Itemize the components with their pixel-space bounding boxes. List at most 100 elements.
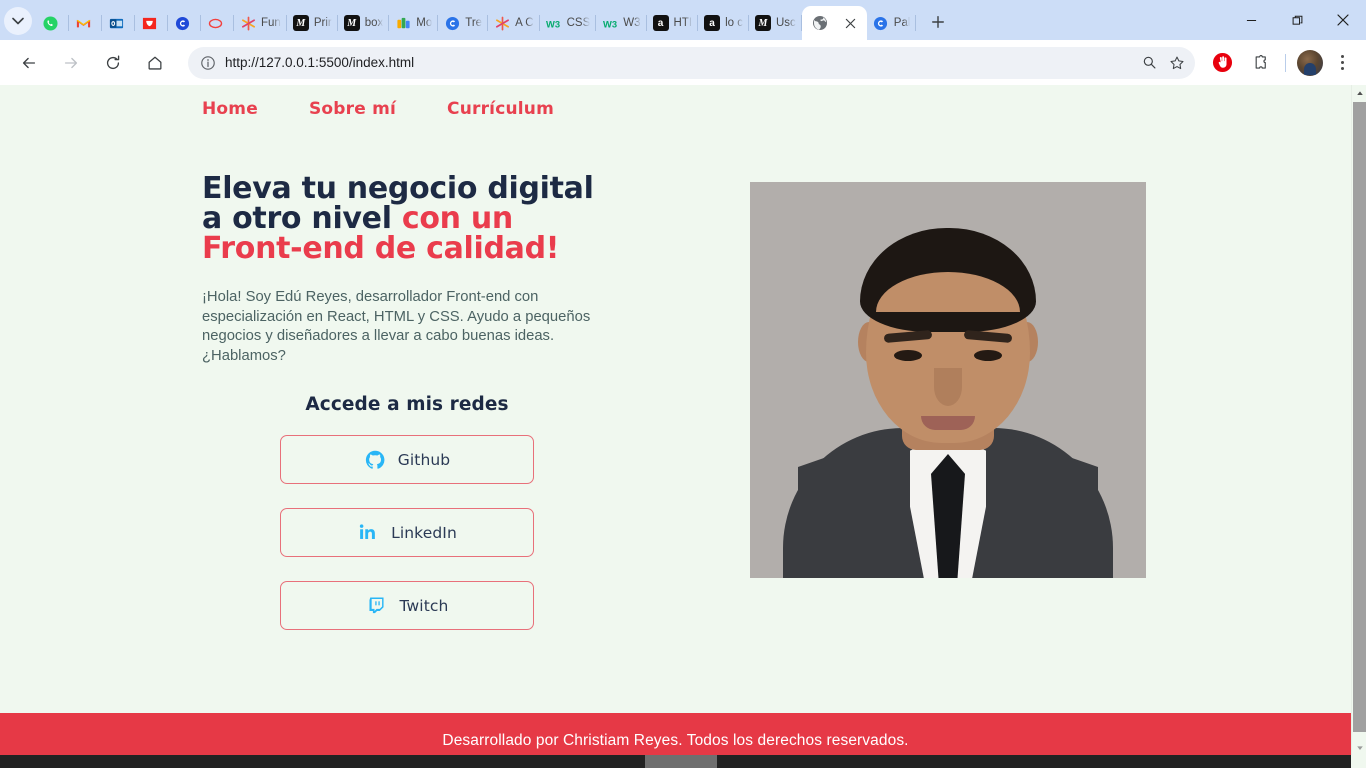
back-button[interactable] <box>13 47 45 79</box>
social-link-twitch[interactable]: Twitch <box>280 581 534 631</box>
coursera-icon <box>444 15 460 31</box>
social-link-label: LinkedIn <box>391 523 457 542</box>
chevron-up-icon <box>1356 90 1363 95</box>
browser-tab[interactable]: Tre <box>438 6 489 40</box>
tab-title: CSS <box>566 17 591 29</box>
close-icon <box>1337 14 1349 26</box>
browser-tab[interactable]: Fun <box>234 6 287 40</box>
address-bar[interactable] <box>188 46 1195 79</box>
scroll-down-button[interactable] <box>1352 740 1366 755</box>
tabs-container: Fun M Prir M box Mo Tre A C W3 CSS W3 W3… <box>36 0 917 40</box>
horizontal-scrollbar[interactable] <box>0 755 1366 768</box>
star-icon <box>1170 56 1184 69</box>
browser-tab[interactable]: M Prir <box>287 6 338 40</box>
reload-button[interactable] <box>97 47 129 79</box>
tab-title: box <box>364 17 384 29</box>
restore-icon <box>1292 15 1302 25</box>
portrait-photo <box>750 182 1146 578</box>
github-icon <box>364 449 386 471</box>
scrollbar-corner <box>1351 755 1366 768</box>
social-links-list: Github LinkedIn Twitch <box>202 435 612 631</box>
tab-title: A C <box>515 17 534 29</box>
forward-button[interactable] <box>55 47 87 79</box>
browser-menu-button[interactable] <box>1328 48 1356 78</box>
plus-icon <box>932 16 945 28</box>
google-colab-icon <box>395 15 411 31</box>
footer-text: Desarrollado por Christiam Reyes. Todos … <box>442 731 909 749</box>
horizontal-scrollbar-thumb[interactable] <box>645 755 717 768</box>
portrait-nose <box>934 368 962 406</box>
maximize-button[interactable] <box>1274 0 1320 40</box>
w3schools-icon: W3 <box>602 15 618 31</box>
vertical-scrollbar-thumb[interactable] <box>1353 102 1366 732</box>
nav-link-home[interactable]: Home <box>202 99 258 119</box>
hero-section: Eleva tu negocio digital a otro nivel co… <box>0 119 1351 654</box>
portrait-eye-left <box>894 350 922 361</box>
url-input[interactable] <box>225 55 1135 70</box>
tab-title: Usc <box>775 17 796 29</box>
medium-icon: M <box>292 15 309 31</box>
browser-tab[interactable]: A C <box>488 6 540 40</box>
asterisk-icon <box>494 15 510 31</box>
browser-tab[interactable]: Pal <box>867 6 917 40</box>
browser-tab[interactable]: a HTI <box>647 6 699 40</box>
nav-link-curriculum[interactable]: Currículum <box>447 99 554 119</box>
tab-title: HTI <box>673 17 693 29</box>
magnifier-icon <box>1143 56 1155 69</box>
tab-title: lo c <box>725 17 743 29</box>
social-link-label: Twitch <box>399 596 449 615</box>
browser-tab[interactable]: M box <box>338 6 390 40</box>
browser-tab[interactable]: a lo c <box>698 6 749 40</box>
scroll-up-button[interactable] <box>1352 85 1366 100</box>
portrait-mouth <box>921 416 975 430</box>
nav-link-sobre-mi[interactable]: Sobre mí <box>309 99 396 119</box>
close-window-button[interactable] <box>1320 0 1366 40</box>
browser-tab[interactable] <box>201 6 234 40</box>
new-tab-button[interactable] <box>924 8 952 36</box>
hero-image-column <box>622 174 1351 654</box>
home-button[interactable] <box>139 47 171 79</box>
browser-toolbar <box>0 40 1366 85</box>
browser-tab[interactable] <box>135 6 168 40</box>
extensions-button[interactable] <box>1245 48 1275 78</box>
medium-icon: M <box>754 15 771 31</box>
browser-tab[interactable] <box>168 6 201 40</box>
social-link-github[interactable]: Github <box>280 435 534 485</box>
tab-title: Mo <box>416 17 433 29</box>
tab-title: Tre <box>465 17 483 29</box>
bookmark-button[interactable] <box>1163 49 1191 77</box>
minimize-icon <box>1246 19 1256 21</box>
portrait-lapel-right <box>986 428 1098 578</box>
chevron-down-icon <box>1356 745 1363 750</box>
browser-tab[interactable]: W3 CSS <box>540 6 597 40</box>
tab-strip: Fun M Prir M box Mo Tre A C W3 CSS W3 W3… <box>0 0 1366 40</box>
adblock-extension-button[interactable] <box>1207 48 1237 78</box>
tab-search-button[interactable] <box>4 7 32 35</box>
browser-tab[interactable]: M Usc <box>749 6 802 40</box>
portrait-eye-right <box>974 350 1002 361</box>
hero-text-column: Eleva tu negocio digital a otro nivel co… <box>202 174 622 654</box>
tab-title: W3 <box>623 17 641 29</box>
browser-tab[interactable]: W3 W3 <box>596 6 647 40</box>
headline-primary: Eleva tu negocio digital a otro nivel <box>202 171 594 236</box>
window-controls <box>1228 0 1366 40</box>
minimize-button[interactable] <box>1228 0 1274 40</box>
browser-tab[interactable] <box>102 6 135 40</box>
tab-title: Fun <box>261 17 281 29</box>
avatar[interactable] <box>1297 49 1323 76</box>
zoom-button[interactable] <box>1135 49 1163 77</box>
globe-icon <box>812 15 828 31</box>
amazon-icon: a <box>704 15 721 31</box>
site-navigation: Home Sobre mí Currículum <box>0 85 1351 119</box>
social-link-linkedin[interactable]: LinkedIn <box>280 508 534 558</box>
browser-tab[interactable]: Mo <box>389 6 439 40</box>
info-circle-icon[interactable] <box>196 51 220 75</box>
amazon-icon: a <box>652 15 669 31</box>
vertical-scrollbar[interactable] <box>1351 85 1366 755</box>
portrait-hair <box>860 228 1036 332</box>
svg-text:W3: W3 <box>546 19 560 29</box>
browser-tab-active[interactable] <box>801 6 867 40</box>
browser-tab[interactable] <box>69 6 102 40</box>
browser-tab[interactable] <box>36 6 69 40</box>
close-icon[interactable] <box>843 15 859 31</box>
